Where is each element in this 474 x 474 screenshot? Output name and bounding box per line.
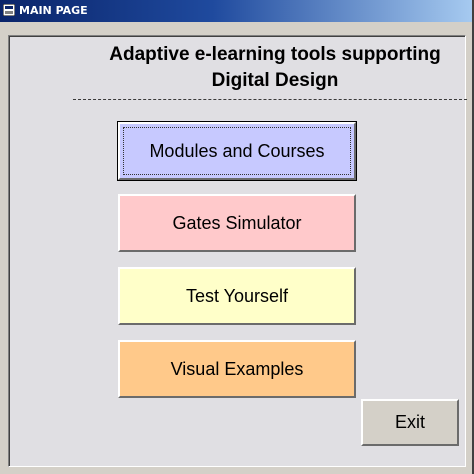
title-bar[interactable]: MAIN PAGE	[0, 0, 472, 22]
test-yourself-label: Test Yourself	[185, 285, 289, 306]
visual-examples-label: Visual Examples	[170, 358, 304, 379]
app-icon[interactable]	[3, 4, 15, 16]
main-window: MAIN PAGE Adaptive e-learning tools supp…	[0, 0, 474, 474]
heading-line-2: Digital Design	[211, 70, 339, 91]
visual-examples-button[interactable]: Visual Examples	[118, 340, 356, 398]
gates-simulator-button[interactable]: Gates Simulator	[118, 194, 356, 252]
test-yourself-button[interactable]: Test Yourself	[118, 267, 356, 325]
heading-divider	[73, 99, 467, 100]
page-heading: Adaptive e-learning tools supporting Dig…	[83, 42, 467, 94]
exit-button[interactable]: Exit	[361, 399, 459, 446]
exit-label: Exit	[394, 412, 425, 432]
modules-and-courses-label: Modules and Courses	[149, 140, 325, 161]
modules-and-courses-button[interactable]: Modules and Courses	[117, 121, 357, 181]
heading-line-1: Adaptive e-learning tools supporting	[109, 44, 441, 65]
window-title: MAIN PAGE	[19, 4, 88, 17]
content-panel: Adaptive e-learning tools supporting Dig…	[8, 35, 467, 467]
gates-simulator-label: Gates Simulator	[172, 212, 302, 233]
